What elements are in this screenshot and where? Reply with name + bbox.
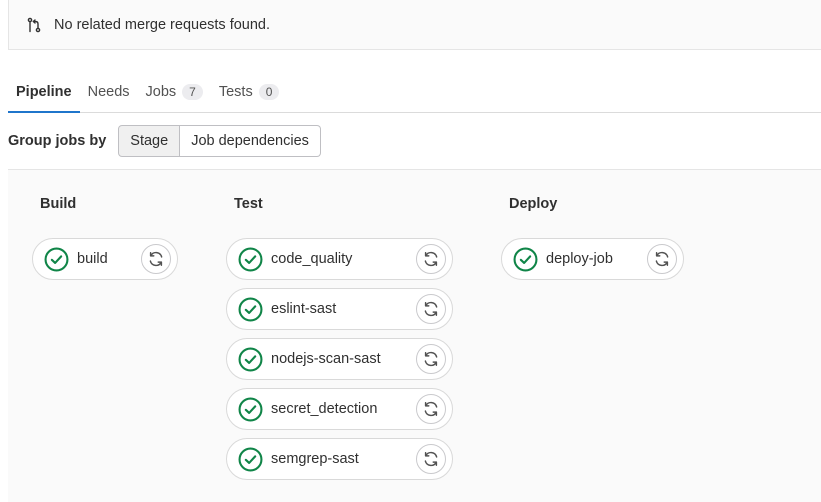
- tab-tests-label: Tests: [218, 84, 253, 100]
- retry-icon[interactable]: [647, 244, 677, 274]
- retry-icon[interactable]: [416, 394, 446, 424]
- tab-pipeline-label: Pipeline: [16, 84, 72, 100]
- no-merge-requests-text: No related merge requests found.: [54, 16, 271, 33]
- job-nodejs-scan-sast[interactable]: nodejs-scan-sast: [226, 338, 453, 380]
- stage-title-build: Build: [40, 196, 77, 212]
- job-name: eslint-sast: [271, 301, 337, 317]
- tests-count-badge: 0: [258, 84, 280, 100]
- retry-icon[interactable]: [416, 294, 446, 324]
- job-code-quality[interactable]: code_quality: [226, 238, 453, 280]
- job-name: semgrep-sast: [271, 451, 359, 467]
- group-jobs-by-control: Group jobs by Stage Job dependencies: [8, 125, 321, 157]
- job-name: nodejs-scan-sast: [271, 351, 381, 367]
- pipeline-graph: Build Test Deploy build code_quality esl…: [8, 169, 821, 502]
- job-build[interactable]: build: [32, 238, 178, 280]
- status-passed-icon: [238, 247, 263, 272]
- stage-title-test: Test: [234, 196, 263, 212]
- group-jobs-toggle: Stage Job dependencies: [118, 125, 321, 157]
- job-deploy-job[interactable]: deploy-job: [501, 238, 684, 280]
- stage-button[interactable]: Stage: [118, 125, 181, 157]
- jobs-count-badge: 7: [182, 84, 203, 100]
- group-jobs-by-label: Group jobs by: [8, 133, 107, 149]
- job-secret-detection[interactable]: secret_detection: [226, 388, 453, 430]
- job-name: secret_detection: [271, 401, 378, 417]
- job-dependencies-button[interactable]: Job dependencies: [180, 125, 321, 157]
- job-name: code_quality: [271, 251, 353, 267]
- stage-title-deploy: Deploy: [509, 196, 558, 212]
- retry-icon[interactable]: [416, 444, 446, 474]
- retry-icon[interactable]: [141, 244, 171, 274]
- job-name: build: [77, 251, 108, 267]
- status-passed-icon: [238, 397, 263, 422]
- retry-icon[interactable]: [416, 244, 446, 274]
- tab-jobs[interactable]: Jobs 7: [138, 72, 211, 112]
- status-passed-icon: [238, 347, 263, 372]
- tab-needs-label: Needs: [87, 84, 130, 100]
- status-passed-icon: [238, 447, 263, 472]
- tab-pipeline[interactable]: Pipeline: [8, 72, 80, 113]
- related-merge-requests-banner: No related merge requests found.: [8, 0, 821, 50]
- status-passed-icon: [44, 247, 69, 272]
- status-passed-icon: [513, 247, 538, 272]
- job-semgrep-sast[interactable]: semgrep-sast: [226, 438, 453, 480]
- tab-jobs-label: Jobs: [145, 84, 177, 100]
- job-eslint-sast[interactable]: eslint-sast: [226, 288, 453, 330]
- merge-request-icon: [26, 17, 42, 33]
- status-passed-icon: [238, 297, 263, 322]
- retry-icon[interactable]: [416, 344, 446, 374]
- tab-tests[interactable]: Tests 0: [211, 72, 288, 112]
- pipeline-tabs: Pipeline Needs Jobs 7 Tests 0: [8, 72, 821, 113]
- job-name: deploy-job: [546, 251, 613, 267]
- tab-needs[interactable]: Needs: [80, 72, 138, 112]
